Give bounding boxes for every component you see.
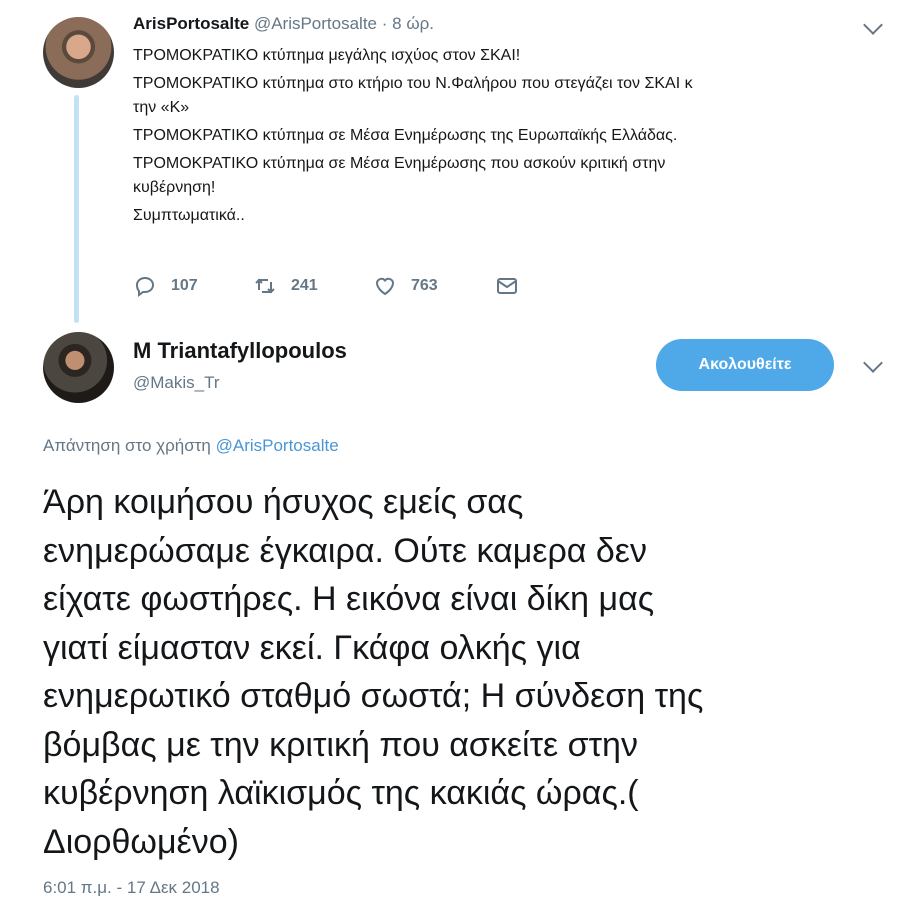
tweet-line: την «Κ» xyxy=(133,99,190,116)
tweet-line: ενημερώσαμε έγκαιρα. Ούτε καμερα δεν xyxy=(43,531,647,570)
reply-prefix: Απάντηση στο χρήστη xyxy=(43,436,211,455)
direct-message-button[interactable] xyxy=(495,274,533,298)
reply-mention-link[interactable]: @ArisPortosalte xyxy=(216,436,339,455)
retweet-count: 241 xyxy=(291,277,318,294)
tweet-text: Άρη κοιμήσου ήσυχος εμείς σας ενημερώσαμ… xyxy=(43,478,883,866)
tweet-line: κυβέρνηση! xyxy=(133,179,216,196)
tweet-line: Διορθωμένο) xyxy=(43,822,239,861)
tweet-line: ΤΡΟΜΟΚΡΑΤΙΚΟ κτύπημα μεγάλης ισχύος στον… xyxy=(133,47,521,64)
chevron-down-icon[interactable] xyxy=(863,15,883,35)
retweet-button[interactable]: 241 xyxy=(253,274,318,298)
reply-icon xyxy=(135,276,155,297)
parent-tweet-header: ArisPortosalte @ArisPortosalte · 8 ώρ. xyxy=(133,14,434,34)
tweet-line: βόμβας με την κριτική που ασκείτε στην xyxy=(43,725,638,764)
like-button[interactable]: 763 xyxy=(373,274,438,298)
author-handle[interactable]: @ArisPortosalte xyxy=(254,14,377,33)
tweet-timestamp[interactable]: 6:01 π.μ. - 17 Δεκ 2018 xyxy=(43,878,220,898)
heart-icon xyxy=(375,277,395,296)
tweet-line: είχατε φωστήρες. Η εικόνα είναι δίκη μας xyxy=(43,580,655,618)
thread-line xyxy=(74,95,79,323)
following-button[interactable]: Ακολουθείτε xyxy=(656,339,834,391)
mail-icon xyxy=(497,278,517,294)
retweet-icon xyxy=(255,278,275,294)
tweet-line: ενημερωτικό σταθμό σωστά; Η σύνδεση της xyxy=(43,677,704,715)
avatar[interactable] xyxy=(43,17,114,88)
tweet-line: ΤΡΟΜΟΚΡΑΤΙΚΟ κτύπημα στο κτήριο του Ν.Φα… xyxy=(133,75,693,92)
author-name[interactable]: ArisPortosalte xyxy=(133,14,249,33)
author-name[interactable]: M Triantafyllopoulos xyxy=(133,338,347,364)
tweet-line: Συμπτωματικά.. xyxy=(133,207,245,224)
reply-context: Απάντηση στο χρήστη @ArisPortosalte xyxy=(43,436,339,456)
avatar[interactable] xyxy=(43,332,114,403)
separator-dot: · xyxy=(381,14,388,33)
tweet-actions: 107 241 763 xyxy=(133,274,553,300)
tweet-line: γιατί είμασταν εκεί. Γκάφα ολκής για xyxy=(43,628,581,667)
author-handle[interactable]: @Makis_Tr xyxy=(133,373,220,393)
tweet-line: Άρη κοιμήσου ήσυχος εμείς σας xyxy=(43,483,524,521)
tweet-line: ΤΡΟΜΟΚΡΑΤΙΚΟ κτύπημα σε Μέσα Ενημέρωσης … xyxy=(133,127,678,144)
tweet-line: κυβέρνηση λαϊκισμός της κακιάς ώρας.( xyxy=(43,774,639,812)
parent-tweet-text: ΤΡΟΜΟΚΡΑΤΙΚΟ κτύπημα μεγάλης ισχύος στον… xyxy=(133,44,878,232)
tweet-time[interactable]: 8 ώρ. xyxy=(392,14,434,33)
tweet-line: ΤΡΟΜΟΚΡΑΤΙΚΟ κτύπημα σε Μέσα Ενημέρωσης … xyxy=(133,155,666,172)
reply-count: 107 xyxy=(171,277,198,294)
chevron-down-icon[interactable] xyxy=(863,353,883,373)
reply-button[interactable]: 107 xyxy=(133,274,198,298)
like-count: 763 xyxy=(411,277,438,294)
